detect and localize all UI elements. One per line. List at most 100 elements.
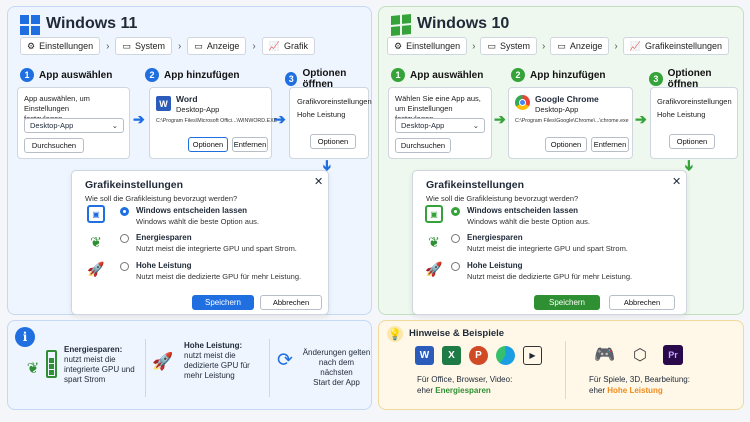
chevron-right-icon: › xyxy=(252,40,256,52)
app-type: Desktop-App xyxy=(535,105,579,114)
battery-icon xyxy=(46,350,57,378)
breadcrumb-einstellungen[interactable]: ⚙ Einstellungen xyxy=(20,37,101,55)
option-desc: Nutzt meist die dedizierte GPU für mehr … xyxy=(136,272,302,281)
divider xyxy=(565,341,566,399)
arrow-right-icon: ➔ xyxy=(274,111,286,127)
powerpoint-icon: P xyxy=(469,346,488,365)
breadcrumb-grafikeinstellungen[interactable]: 📈 Grafikeinstellungen xyxy=(622,37,729,55)
save-button[interactable]: Speichern xyxy=(534,295,600,310)
arrow-right-icon: ➔ xyxy=(133,111,145,127)
radio-energy-saving[interactable] xyxy=(451,234,460,243)
breadcrumb: ⚙ Einstellungen › ▭ System › ▭ Anzeige › 📈 G… xyxy=(387,37,729,55)
close-icon[interactable]: ✕ xyxy=(672,175,681,188)
graph-icon: 📈 xyxy=(629,40,641,51)
leaf-icon: ❦ xyxy=(26,360,40,377)
options-button[interactable]: Optionen xyxy=(310,134,356,149)
app-type-dropdown[interactable]: Desktop-App ⌄ xyxy=(395,118,485,133)
graphics-preference-value: Hohe Leistung xyxy=(657,110,706,119)
open-options-card: Grafikvoreinstellungen Hohe Leistung Opt… xyxy=(650,87,738,159)
monitor-icon: ▭ xyxy=(122,40,131,51)
radio-windows-decide[interactable] xyxy=(120,207,129,216)
arrow-right-icon: ➔ xyxy=(494,111,506,127)
chevron-down-icon: ⌄ xyxy=(472,121,479,130)
options-button[interactable]: Optionen xyxy=(545,137,587,152)
word-icon: W xyxy=(415,346,434,365)
app-name: Word xyxy=(176,94,198,104)
app-type: Desktop-App xyxy=(176,105,220,114)
3d-cube-icon: ⬡ xyxy=(633,347,647,364)
chevron-right-icon: › xyxy=(542,40,546,52)
graphics-settings-dialog: Grafikeinstellungen ✕ Wie soll die Grafi… xyxy=(412,170,687,315)
app-type-dropdown[interactable]: Desktop-App ⌄ xyxy=(24,118,124,133)
option-desc: Windows wählt die beste Option aus. xyxy=(136,217,259,226)
office-tip: Für Office, Browser, Video: eher Energie… xyxy=(417,375,513,395)
radio-high-performance[interactable] xyxy=(451,262,460,271)
gamepad-icon: 🎮 xyxy=(594,345,616,364)
breadcrumb-einstellungen[interactable]: ⚙ Einstellungen xyxy=(387,37,468,55)
high-performance-note: Hohe Leistung: nutzt meist die dediziert… xyxy=(184,341,250,380)
step-1: 1 App auswählen xyxy=(391,68,483,82)
options-button[interactable]: Optionen xyxy=(669,134,715,149)
chevron-down-icon: ⌄ xyxy=(111,121,118,130)
option-title: Windows entscheiden lassen xyxy=(136,206,248,215)
radio-energy-saving[interactable] xyxy=(120,234,129,243)
graphics-settings-dialog: Grafikeinstellungen ✕ Wie soll die Grafi… xyxy=(71,170,329,315)
cancel-button[interactable]: Abbrechen xyxy=(609,295,675,310)
premiere-pro-icon: Pr xyxy=(663,345,683,365)
close-icon[interactable]: ✕ xyxy=(314,175,323,188)
info-icon: i xyxy=(15,327,35,347)
step-2: 2 App hinzufügen xyxy=(145,68,240,82)
gear-icon: ⚙ xyxy=(27,40,36,51)
save-button[interactable]: Speichern xyxy=(192,295,254,310)
dialog-question: Wie soll die Grafikleistung bevorzugt we… xyxy=(85,194,238,203)
breadcrumb-system[interactable]: ▭ System xyxy=(115,37,172,55)
option-desc: Nutzt meist die dedizierte GPU für mehr … xyxy=(467,272,633,281)
windows10-logo-icon xyxy=(391,13,411,37)
excel-icon: X xyxy=(442,346,461,365)
chevron-right-icon: › xyxy=(178,40,182,52)
breadcrumb-anzeige[interactable]: ▭ Anzeige xyxy=(187,37,247,55)
info-panel: i ❦ Energiesparen: nutzt meist die integ… xyxy=(7,320,372,410)
radio-windows-decide[interactable] xyxy=(451,207,460,216)
graphics-preference-label: Grafikvoreinstellungen xyxy=(657,97,732,106)
breadcrumb-anzeige[interactable]: ▭ Anzeige xyxy=(550,37,610,55)
display-icon: ▭ xyxy=(557,40,566,51)
windows11-panel: Windows 11 ⚙ Einstellungen › ▭ System › ▭ A… xyxy=(7,6,372,315)
rocket-icon: 🚀 xyxy=(425,260,443,277)
remove-button[interactable]: Entfernen xyxy=(591,137,629,152)
app-add-card: W Word Desktop-App C:\Program Files\Micr… xyxy=(149,87,277,159)
rocket-icon: 🚀 xyxy=(152,352,174,371)
option-desc: Nutzt meist die integrierte GPU und spar… xyxy=(136,244,297,253)
option-title: Energiesparen xyxy=(136,233,192,242)
browse-button[interactable]: Durchsuchen xyxy=(395,138,451,153)
options-button[interactable]: Optionen xyxy=(188,137,228,152)
app-select-card: Wählen Sie eine App aus, um Einstellunge… xyxy=(388,87,492,159)
breadcrumb-system[interactable]: ▭ System xyxy=(480,37,537,55)
cancel-button[interactable]: Abbrechen xyxy=(260,295,322,310)
tips-panel: 💡 Hinweise & Beispiele W X P ▶ Für Offic… xyxy=(378,320,744,410)
option-desc: Nutzt meist die integrierte GPU und spar… xyxy=(467,244,628,253)
app-add-card: Google Chrome Desktop-App C:\Program Fil… xyxy=(508,87,633,159)
windows11-title: Windows 11 xyxy=(46,15,138,32)
lightbulb-icon: 💡 xyxy=(387,326,403,342)
browse-button[interactable]: Durchsuchen xyxy=(24,138,84,153)
windows10-panel: Windows 10 ⚙ Einstellungen › ▭ System › ▭ A… xyxy=(378,6,744,315)
gear-icon: ⚙ xyxy=(394,40,403,51)
games-tip: Für Spiele, 3D, Bearbeitung: eher Hohe L… xyxy=(589,375,690,395)
cpu-chip-icon: ▣ xyxy=(87,205,105,223)
chevron-right-icon: › xyxy=(614,40,618,52)
chrome-icon xyxy=(515,95,530,110)
remove-button[interactable]: Entfernen xyxy=(232,137,268,152)
divider xyxy=(145,339,146,397)
display-icon: ▭ xyxy=(194,40,203,51)
option-desc: Windows wählt die beste Option aus. xyxy=(467,217,590,226)
radio-high-performance[interactable] xyxy=(120,262,129,271)
arrow-right-icon: ➔ xyxy=(635,111,647,127)
breadcrumb-grafik[interactable]: 📈 Grafik xyxy=(261,37,315,55)
dialog-title: Grafikeinstellungen xyxy=(85,179,184,191)
breadcrumb: ⚙ Einstellungen › ▭ System › ▭ Anzeige › 📈 G… xyxy=(20,37,315,55)
option-title: Hohe Leistung xyxy=(467,261,523,270)
app-name: Google Chrome xyxy=(535,94,599,104)
energy-saving-note: Energiesparen: nutzt meist die integrier… xyxy=(64,345,135,384)
divider xyxy=(269,339,270,397)
